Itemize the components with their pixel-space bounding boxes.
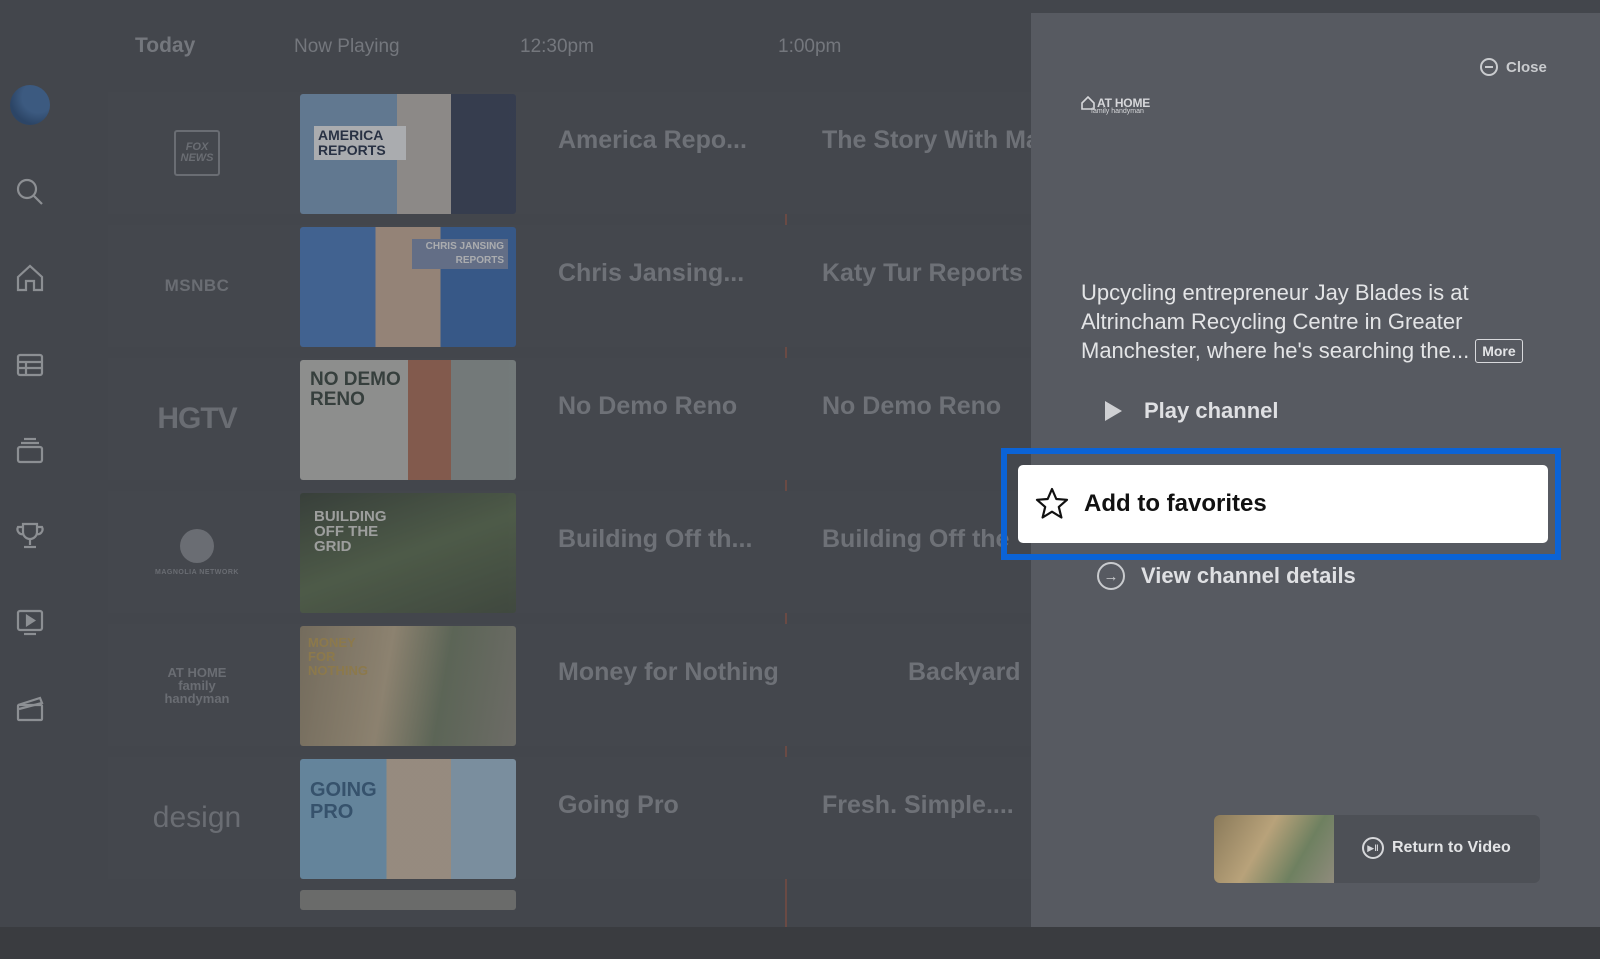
program-description: Upcycling entrepreneur Jay Blades is at … <box>1081 278 1551 365</box>
return-to-video-button[interactable]: ▶‖ Return to Video <box>1214 815 1540 883</box>
nav-rail <box>0 0 62 927</box>
channel-logo-hgtv: HGTV <box>157 402 237 435</box>
program-thumbnail: CHRIS JANSING REPORTS <box>300 227 516 347</box>
channel-logo-at-home-panel: AT HOME family handyman <box>1081 96 1150 115</box>
program-next[interactable]: The Story With Ma <box>822 126 1040 155</box>
program-thumbnail-partial <box>300 890 516 910</box>
guide-icon[interactable] <box>14 349 46 381</box>
time-1230: 12:30pm <box>520 36 594 57</box>
play-channel-label: Play channel <box>1144 398 1279 423</box>
profile-avatar[interactable] <box>10 85 50 125</box>
time-header: Today Now Playing 12:30pm 1:00pm <box>108 30 1033 62</box>
program-thumbnail: GOING PRO <box>300 759 516 879</box>
play-icon <box>1105 401 1122 421</box>
time-today: Today <box>135 34 196 57</box>
movies-icon[interactable] <box>14 692 46 724</box>
program-next[interactable]: Fresh. Simple.... <box>822 791 1014 820</box>
guide-row[interactable]: design GOING PRO Going Pro Fresh. Simple… <box>108 757 1033 879</box>
close-label: Close <box>1506 58 1547 76</box>
play-pause-icon: ▶‖ <box>1362 837 1384 859</box>
program-now[interactable]: Building Off th... <box>558 525 752 554</box>
channel-logo-design: design <box>152 801 242 834</box>
channel-guide: Today Now Playing 12:30pm 1:00pm FOX NEW… <box>108 0 1040 927</box>
arrow-right-circle-icon: → <box>1097 562 1125 590</box>
program-now[interactable]: No Demo Reno <box>558 392 737 421</box>
video-thumbnail <box>1214 815 1334 883</box>
return-to-video-label: Return to Video <box>1392 839 1511 856</box>
program-now[interactable]: Going Pro <box>558 791 679 820</box>
time-now-playing: Now Playing <box>294 36 400 57</box>
view-channel-details-label: View channel details <box>1141 563 1356 588</box>
channel-logo-msnbc: MSNBC <box>164 276 230 295</box>
description-text: Upcycling entrepreneur Jay Blades is at … <box>1081 280 1470 363</box>
live-tv-icon[interactable] <box>14 435 46 467</box>
add-to-favorites-button[interactable]: Add to favorites <box>1018 465 1548 543</box>
search-icon[interactable] <box>14 176 46 208</box>
time-1300: 1:00pm <box>778 36 842 57</box>
home-icon[interactable] <box>14 262 46 294</box>
program-next[interactable]: Backyard <box>908 658 1021 687</box>
program-thumbnail: BUILDING OFF THE GRID <box>300 493 516 613</box>
more-button[interactable]: More <box>1475 339 1523 363</box>
close-icon <box>1480 58 1498 76</box>
view-channel-details-button[interactable]: → View channel details <box>1097 562 1356 590</box>
program-next[interactable]: Katy Tur Reports <box>822 259 1023 288</box>
program-thumbnail: AMERICA REPORTS <box>300 94 516 214</box>
guide-row[interactable]: MSNBC CHRIS JANSING REPORTS Chris Jansin… <box>108 225 1033 347</box>
program-next[interactable]: Building Off the <box>822 525 1009 554</box>
channel-logo-fox-news: FOX NEWS <box>108 92 286 214</box>
guide-row[interactable]: AT HOME family handyman MONEY FOR NOTHIN… <box>108 624 1033 746</box>
program-next[interactable]: No Demo Reno <box>822 392 1001 421</box>
channel-logo-at-home: AT HOME family handyman <box>164 664 230 706</box>
guide-row[interactable]: HGTV NO DEMO RENO No Demo Reno No Demo R… <box>108 358 1033 480</box>
on-demand-icon[interactable] <box>14 606 46 638</box>
program-now[interactable]: America Repo... <box>558 126 747 155</box>
sports-trophy-icon[interactable] <box>14 520 46 552</box>
guide-row[interactable]: MAGNOLIA NETWORK BUILDING OFF THE GRID B… <box>108 491 1033 613</box>
play-channel-button[interactable]: Play channel <box>1097 398 1279 424</box>
guide-row[interactable]: FOX NEWS AMERICA REPORTS America Repo...… <box>108 92 1040 214</box>
program-thumbnail: NO DEMO RENO <box>300 360 516 480</box>
add-to-favorites-label: Add to favorites <box>1084 490 1267 517</box>
program-now[interactable]: Chris Jansing... <box>558 259 744 288</box>
channel-logo-magnolia: MAGNOLIA NETWORK <box>108 491 286 613</box>
close-button[interactable]: Close <box>1480 58 1547 76</box>
program-thumbnail: MONEY FOR NOTHING <box>300 626 516 746</box>
bottom-strip <box>0 927 1600 959</box>
program-now[interactable]: Money for Nothing <box>558 658 779 687</box>
star-icon <box>1034 486 1070 522</box>
